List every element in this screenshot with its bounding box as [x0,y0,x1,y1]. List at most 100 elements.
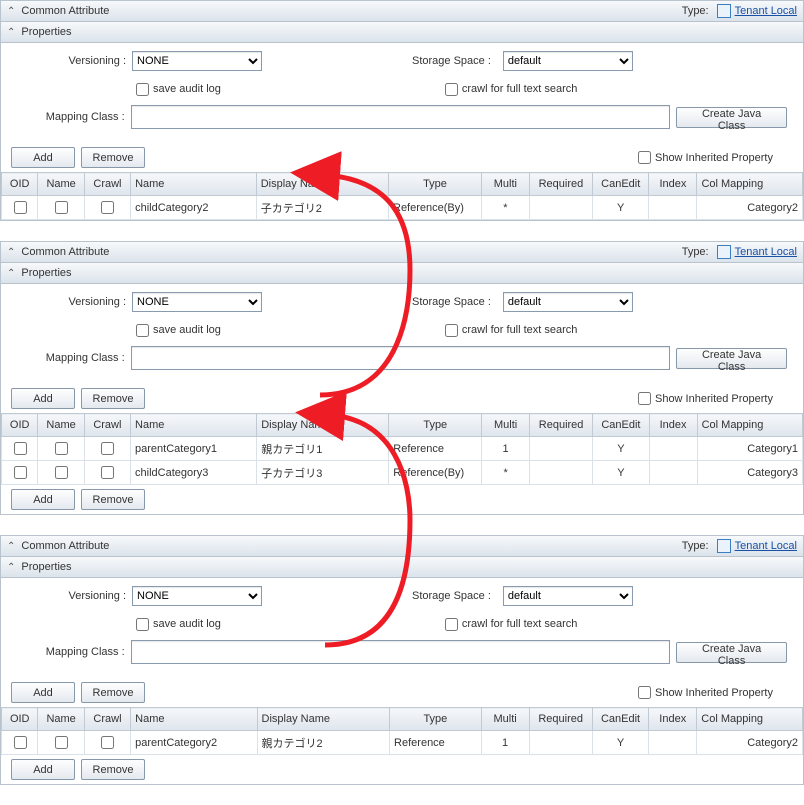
create-java-button[interactable]: Create Java Class [676,107,787,128]
name-checkbox[interactable] [55,442,68,455]
inherit-checkbox[interactable] [638,686,651,699]
col-header[interactable]: CanEdit [593,173,649,196]
col-header[interactable]: CanEdit [593,414,649,437]
col-header[interactable]: Col Mapping [697,708,803,731]
crawl-cell-checkbox[interactable] [101,466,114,479]
col-header[interactable]: Type [389,173,482,196]
crawl-field[interactable]: crawl for full text search [441,615,578,634]
add-button[interactable]: Add [11,759,75,780]
inherit-field[interactable]: Show Inherited Property [634,683,773,702]
tenant-local-link[interactable]: Tenant Local [735,246,797,258]
crawl-checkbox[interactable] [445,324,458,337]
col-header[interactable]: Display Name [257,708,390,731]
name-checkbox[interactable] [55,201,68,214]
inherit-field[interactable]: Show Inherited Property [634,148,773,167]
name-checkbox[interactable] [55,466,68,479]
col-header[interactable]: Required [529,173,592,196]
common-attribute-bar[interactable]: ⌃Common AttributeType:Tenant Local [1,1,803,22]
crawl-cell-checkbox[interactable] [101,201,114,214]
create-java-button[interactable]: Create Java Class [676,348,787,369]
save-audit-checkbox[interactable] [136,618,149,631]
versioning-select[interactable]: NONE [132,586,262,606]
storage-select[interactable]: default [503,51,633,71]
properties-bar[interactable]: ⌃Properties [1,22,803,43]
crawl-checkbox[interactable] [445,83,458,96]
common-attribute-bar[interactable]: ⌃Common AttributeType:Tenant Local [1,242,803,263]
oid-checkbox[interactable] [14,466,27,479]
collapse-icon[interactable]: ⌃ [7,247,15,258]
col-header[interactable]: Multi [481,708,529,731]
name-checkbox[interactable] [55,736,68,749]
mapping-input[interactable] [131,105,671,129]
inherit-checkbox[interactable] [638,151,651,164]
col-header[interactable]: Name [38,173,84,196]
save-audit-field[interactable]: save audit log [132,615,221,634]
col-header[interactable]: Index [649,708,697,731]
table-row[interactable]: childCategory2子カテゴリ2Reference(By)*YCateg… [2,196,803,220]
crawl-cell-checkbox[interactable] [101,736,114,749]
remove-button[interactable]: Remove [81,759,145,780]
crawl-field[interactable]: crawl for full text search [441,321,578,340]
storage-select[interactable]: default [503,292,633,312]
remove-button[interactable]: Remove [81,489,145,510]
col-header[interactable]: Multi [482,414,530,437]
save-audit-checkbox[interactable] [136,83,149,96]
add-button[interactable]: Add [11,489,75,510]
collapse-icon[interactable]: ⌃ [7,541,15,552]
collapse-icon[interactable]: ⌃ [7,6,15,17]
crawl-field[interactable]: crawl for full text search [441,80,578,99]
collapse-icon[interactable]: ⌃ [7,27,15,38]
crawl-cell-checkbox[interactable] [101,442,114,455]
oid-checkbox[interactable] [14,736,27,749]
tenant-local-link[interactable]: Tenant Local [735,540,797,552]
col-header[interactable]: Name [131,708,257,731]
save-audit-field[interactable]: save audit log [132,80,221,99]
inherit-checkbox[interactable] [638,392,651,405]
add-button[interactable]: Add [11,388,75,409]
collapse-icon[interactable]: ⌃ [7,268,15,279]
col-header[interactable]: OID [2,414,38,437]
col-header[interactable]: Required [529,414,592,437]
save-audit-checkbox[interactable] [136,324,149,337]
versioning-select[interactable]: NONE [132,51,262,71]
col-header[interactable]: Crawl [84,414,130,437]
crawl-checkbox[interactable] [445,618,458,631]
inherit-field[interactable]: Show Inherited Property [634,389,773,408]
storage-select[interactable]: default [503,586,633,606]
mapping-input[interactable] [131,640,671,664]
remove-button[interactable]: Remove [81,388,145,409]
oid-checkbox[interactable] [14,442,27,455]
col-header[interactable]: CanEdit [592,708,648,731]
col-header[interactable]: Type [389,414,482,437]
collapse-icon[interactable]: ⌃ [7,562,15,573]
col-header[interactable]: OID [2,708,38,731]
col-header[interactable]: Name [38,708,84,731]
col-header[interactable]: Col Mapping [697,173,803,196]
col-header[interactable]: Crawl [84,173,130,196]
table-row[interactable]: parentCategory1親カテゴリ1Reference1YCategory… [2,437,803,461]
create-java-button[interactable]: Create Java Class [676,642,787,663]
col-header[interactable]: Col Mapping [697,414,802,437]
remove-button[interactable]: Remove [81,147,145,168]
col-header[interactable]: Index [649,414,697,437]
col-header[interactable]: Name [38,414,84,437]
table-row[interactable]: parentCategory2親カテゴリ2Reference1YCategory… [2,731,803,755]
add-button[interactable]: Add [11,147,75,168]
col-header[interactable]: Display Name [257,414,389,437]
col-header[interactable]: Crawl [84,708,130,731]
properties-bar[interactable]: ⌃Properties [1,557,803,578]
properties-bar[interactable]: ⌃Properties [1,263,803,284]
common-attribute-bar[interactable]: ⌃Common AttributeType:Tenant Local [1,536,803,557]
col-header[interactable]: Type [390,708,482,731]
add-button[interactable]: Add [11,682,75,703]
tenant-local-link[interactable]: Tenant Local [735,5,797,17]
save-audit-field[interactable]: save audit log [132,321,221,340]
col-header[interactable]: Name [131,173,257,196]
col-header[interactable]: Name [131,414,257,437]
col-header[interactable]: Multi [481,173,529,196]
oid-checkbox[interactable] [14,201,27,214]
table-row[interactable]: childCategory3子カテゴリ3Reference(By)*YCateg… [2,461,803,485]
col-header[interactable]: OID [2,173,38,196]
versioning-select[interactable]: NONE [132,292,262,312]
col-header[interactable]: Display Name [256,173,388,196]
